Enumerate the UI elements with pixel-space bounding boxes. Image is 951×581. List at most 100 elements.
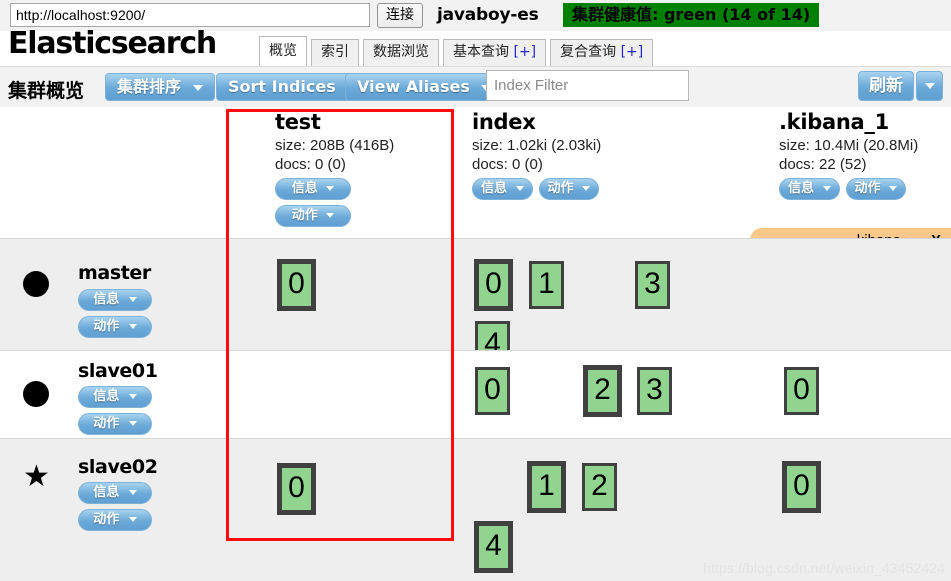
shard-box[interactable]: 0: [277, 463, 316, 515]
index-info-button[interactable]: 信息: [472, 178, 533, 200]
cluster-grid: test size: 208B (416B) docs: 0 (0) 信息 动作…: [0, 107, 951, 581]
node-actions: 信息 动作: [78, 482, 152, 531]
shard-box[interactable]: 1: [527, 461, 566, 513]
chevron-down-icon: [326, 213, 335, 218]
chevron-down-icon: [128, 394, 137, 399]
index-action-button[interactable]: 动作: [538, 178, 600, 200]
index-header-index: index size: 1.02ki (2.03ki) docs: 0 (0) …: [472, 110, 632, 200]
index-name: test: [275, 110, 321, 134]
watermark-text: https://blog.csdn.net/weixin_43452424: [703, 560, 945, 576]
shard-box[interactable]: 3: [637, 367, 672, 415]
chevron-down-icon: [128, 324, 137, 329]
refresh-button[interactable]: 刷新: [858, 71, 914, 101]
connect-button[interactable]: 连接: [377, 3, 423, 28]
node-action-button[interactable]: 动作: [78, 413, 152, 435]
index-info-button[interactable]: 信息: [275, 178, 351, 200]
shard-box[interactable]: 2: [583, 365, 622, 417]
chevron-down-icon: [192, 84, 203, 91]
star-icon: ★: [23, 460, 50, 493]
circle-icon: [23, 381, 51, 409]
cluster-sort-label: 集群排序: [117, 77, 182, 96]
tab-composite-query[interactable]: 复合查询 [+]: [550, 39, 654, 66]
index-docs: docs: 22 (52): [779, 156, 867, 173]
node-name-label: slave01: [78, 360, 158, 382]
view-aliases-button[interactable]: View Aliases: [345, 73, 504, 101]
shard-box[interactable]: 4: [474, 521, 513, 573]
index-docs: docs: 0 (0): [472, 156, 543, 173]
index-name: .kibana_1: [779, 110, 889, 134]
shard-box[interactable]: 0: [474, 259, 513, 311]
page-title: Elasticsearch: [8, 26, 217, 61]
node-row-slave01: slave01 信息 动作 0 2 3 0: [0, 350, 951, 438]
index-filter-input[interactable]: [486, 70, 689, 101]
node-action-button[interactable]: 动作: [78, 316, 152, 338]
index-column-headers: test size: 208B (416B) docs: 0 (0) 信息 动作…: [0, 107, 951, 253]
chevron-down-icon: [128, 517, 137, 522]
chevron-down-icon: [889, 186, 898, 191]
index-info-button[interactable]: 信息: [779, 178, 840, 200]
cluster-sort-button[interactable]: 集群排序: [105, 73, 215, 101]
index-action-button[interactable]: 动作: [845, 178, 907, 200]
index-actions: 信息 动作: [275, 178, 351, 227]
node-actions: 信息 动作: [78, 386, 152, 435]
refresh-options-button[interactable]: [916, 71, 943, 101]
index-docs: docs: 0 (0): [275, 156, 346, 173]
index-header-kibana-1: .kibana_1 size: 10.4Mi (20.8Mi) docs: 22…: [779, 110, 947, 200]
index-info-label: 信息: [291, 181, 318, 196]
node-action-label: 动作: [93, 319, 120, 334]
cluster-health-badge: 集群健康值: green (14 of 14): [563, 3, 820, 27]
node-info-button[interactable]: 信息: [78, 482, 152, 504]
index-size: size: 10.4Mi (20.8Mi): [779, 137, 919, 154]
refresh-control-group: 刷新: [858, 71, 943, 101]
chevron-down-icon: [128, 421, 137, 426]
tab-data-browse[interactable]: 数据浏览: [363, 39, 439, 66]
view-aliases-label: View Aliases: [357, 77, 470, 96]
tab-basic-query-plus: [+]: [513, 44, 537, 60]
chevron-down-icon: [924, 83, 935, 89]
shard-box[interactable]: 0: [784, 367, 819, 415]
tab-basic-query-label: 基本查询: [453, 44, 509, 60]
chevron-down-icon: [326, 186, 335, 191]
tab-data-browse-label: 数据浏览: [373, 44, 429, 60]
node-info-button[interactable]: 信息: [78, 386, 152, 408]
chevron-down-icon: [582, 186, 591, 191]
shard-box[interactable]: 1: [529, 261, 564, 309]
index-action-label: 动作: [854, 181, 881, 196]
index-action-button[interactable]: 动作: [275, 205, 351, 227]
tab-composite-query-plus: [+]: [620, 44, 644, 60]
chevron-down-icon: [128, 297, 137, 302]
index-size: size: 1.02ki (2.03ki): [472, 137, 602, 154]
shard-box[interactable]: 0: [475, 367, 510, 415]
section-title: 集群概览: [8, 80, 85, 102]
node-actions: 信息 动作: [78, 289, 152, 338]
overview-toolbar: 集群概览 集群排序 Sort Indices View Aliases: [0, 66, 951, 108]
tab-indices[interactable]: 索引: [311, 39, 359, 66]
node-action-button[interactable]: 动作: [78, 509, 152, 531]
index-action-label: 动作: [291, 208, 318, 223]
tab-overview-label: 概览: [269, 43, 297, 59]
index-size: size: 208B (416B): [275, 137, 395, 154]
shard-box[interactable]: 3: [635, 261, 670, 309]
shard-box[interactable]: 2: [582, 463, 617, 511]
node-info-label: 信息: [93, 389, 120, 404]
tab-basic-query[interactable]: 基本查询 [+]: [443, 39, 547, 66]
cluster-url-input[interactable]: [10, 3, 370, 27]
node-info-label: 信息: [93, 292, 120, 307]
head-plugin-page: 连接 javaboy-es 集群健康值: green (14 of 14) El…: [0, 0, 951, 581]
tab-overview[interactable]: 概览: [259, 36, 307, 66]
chevron-down-icon: [515, 186, 524, 191]
node-info-button[interactable]: 信息: [78, 289, 152, 311]
index-name: index: [472, 110, 536, 134]
main-tabs: 概览 索引 数据浏览 基本查询 [+] 复合查询 [+]: [259, 35, 654, 66]
node-action-label: 动作: [93, 512, 120, 527]
index-info-label: 信息: [481, 181, 508, 196]
shard-box[interactable]: 0: [782, 461, 821, 513]
cluster-name-label: javaboy-es: [437, 5, 539, 25]
node-info-label: 信息: [93, 485, 120, 500]
index-actions: 信息 动作: [779, 178, 939, 200]
index-info-label: 信息: [788, 181, 815, 196]
shard-box[interactable]: 0: [277, 259, 316, 311]
node-row-master: master 信息 动作 0 0 1 3 4: [0, 238, 951, 369]
index-action-label: 动作: [547, 181, 574, 196]
node-name-label: master: [78, 262, 151, 284]
